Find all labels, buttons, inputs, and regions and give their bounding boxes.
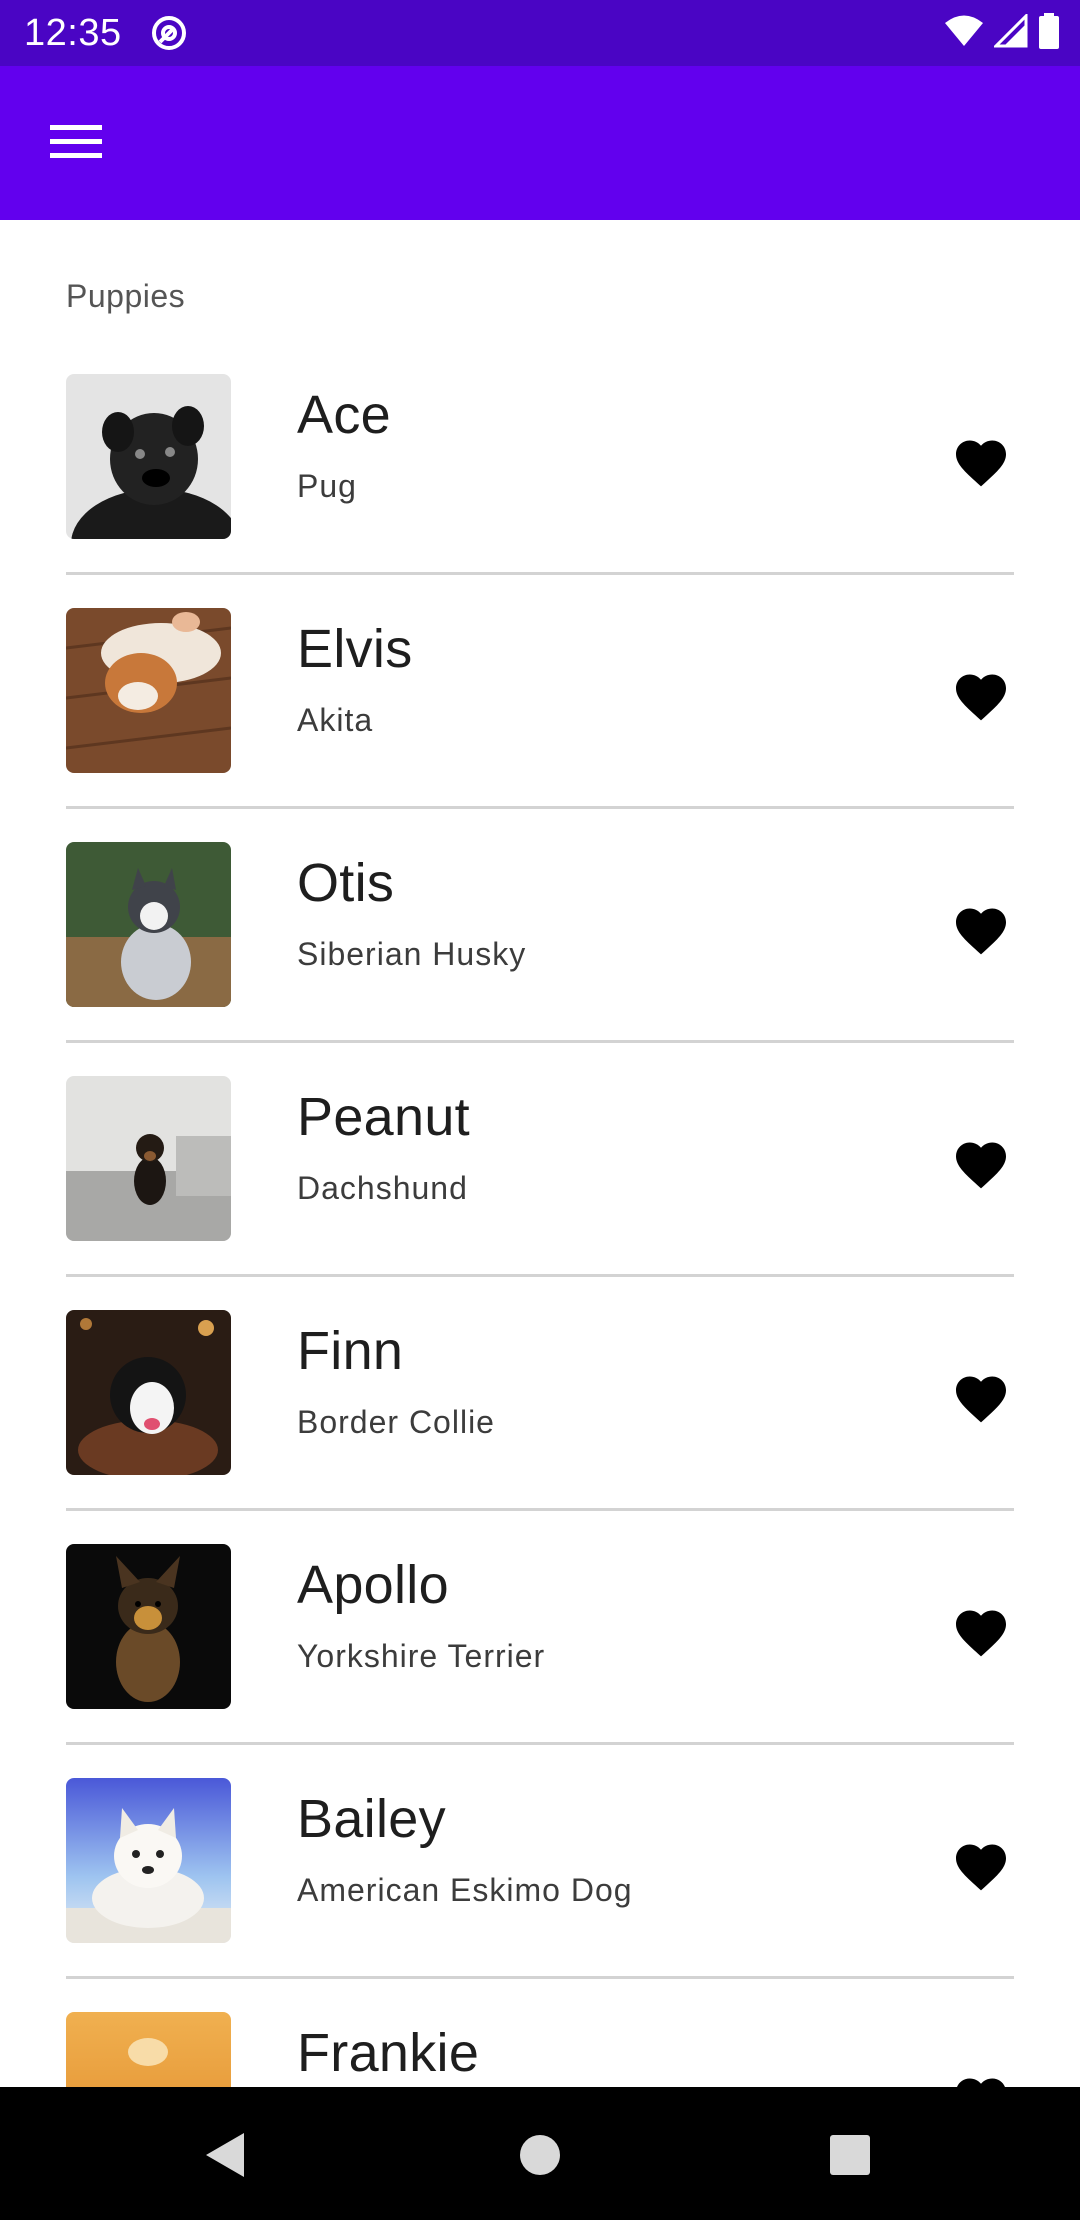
puppy-name: Frankie	[297, 2023, 480, 2083]
puppy-breed: Yorkshire Terrier	[297, 1638, 546, 1674]
puppy-breed: Border Collie	[297, 1404, 495, 1440]
puppy-photo	[66, 374, 231, 539]
heart-icon	[951, 1837, 1011, 1902]
favorite-button[interactable]	[946, 664, 1016, 734]
list-item[interactable]: Otis Siberian Husky	[0, 818, 1080, 1052]
wifi-icon	[944, 14, 984, 53]
list-item[interactable]: Ace Pug	[0, 350, 1080, 584]
back-triangle-icon	[204, 2131, 248, 2184]
puppy-photo	[66, 1544, 231, 1709]
app-bar	[0, 66, 1080, 220]
divider	[66, 1976, 1014, 1979]
puppy-name: Finn	[297, 1321, 404, 1381]
status-icons	[944, 11, 1060, 54]
puppy-breed: Siberian Husky	[297, 936, 527, 972]
puppy-breed: Akita	[297, 702, 374, 738]
puppy-name: Apollo	[297, 1555, 449, 1615]
recents-button[interactable]	[820, 2127, 880, 2187]
puppy-list: Ace Pug Elvis Akita Otis Siberian Husky …	[0, 350, 1080, 2087]
menu-button[interactable]	[40, 112, 112, 174]
recents-square-icon	[829, 2134, 871, 2181]
home-button[interactable]	[510, 2127, 570, 2187]
puppy-photo	[66, 2012, 231, 2087]
puppy-name: Otis	[297, 853, 395, 913]
favorite-button[interactable]	[946, 1834, 1016, 1904]
heart-icon	[951, 667, 1011, 732]
heart-icon	[951, 1369, 1011, 1434]
list-item[interactable]: Apollo Yorkshire Terrier	[0, 1520, 1080, 1754]
status-time: 12:35	[24, 12, 122, 54]
at-sign-icon	[150, 14, 188, 52]
list-item[interactable]: Finn Border Collie	[0, 1286, 1080, 1520]
home-circle-icon	[518, 2133, 562, 2182]
favorite-button[interactable]	[946, 430, 1016, 500]
heart-icon	[951, 1135, 1011, 1200]
list-item[interactable]: Frankie	[0, 1988, 1080, 2087]
system-nav-bar	[0, 2087, 1080, 2220]
puppy-name: Elvis	[297, 619, 413, 679]
list-item[interactable]: Elvis Akita	[0, 584, 1080, 818]
puppy-photo	[66, 1778, 231, 1943]
section-label: Puppies	[66, 278, 186, 314]
puppy-name: Bailey	[297, 1789, 446, 1849]
puppy-breed: American Eskimo Dog	[297, 1872, 633, 1908]
favorite-button[interactable]	[946, 1600, 1016, 1670]
puppy-breed: Dachshund	[297, 1170, 468, 1206]
battery-icon	[1038, 12, 1060, 54]
favorite-button[interactable]	[946, 1366, 1016, 1436]
puppy-photo	[66, 1076, 231, 1241]
heart-icon	[951, 433, 1011, 498]
puppy-photo	[66, 842, 231, 1007]
puppy-breed: Pug	[297, 468, 357, 504]
divider	[66, 1040, 1014, 1043]
puppy-photo	[66, 1310, 231, 1475]
heart-icon	[951, 901, 1011, 966]
favorite-button[interactable]	[946, 2068, 1016, 2087]
divider	[66, 1508, 1014, 1511]
divider	[66, 572, 1014, 575]
puppy-name: Peanut	[297, 1087, 470, 1147]
puppy-photo	[66, 608, 231, 773]
puppy-name: Ace	[297, 385, 391, 445]
hamburger-menu-icon	[50, 123, 102, 164]
list-item[interactable]: Bailey American Eskimo Dog	[0, 1754, 1080, 1988]
heart-icon	[951, 1603, 1011, 1668]
divider	[66, 1274, 1014, 1277]
signal-icon	[992, 11, 1028, 53]
status-bar: 12:35	[0, 0, 1080, 66]
favorite-button[interactable]	[946, 898, 1016, 968]
heart-icon	[951, 2071, 1011, 2087]
divider	[66, 806, 1014, 809]
back-button[interactable]	[196, 2127, 256, 2187]
divider	[66, 1742, 1014, 1745]
list-item[interactable]: Peanut Dachshund	[0, 1052, 1080, 1286]
favorite-button[interactable]	[946, 1132, 1016, 1202]
